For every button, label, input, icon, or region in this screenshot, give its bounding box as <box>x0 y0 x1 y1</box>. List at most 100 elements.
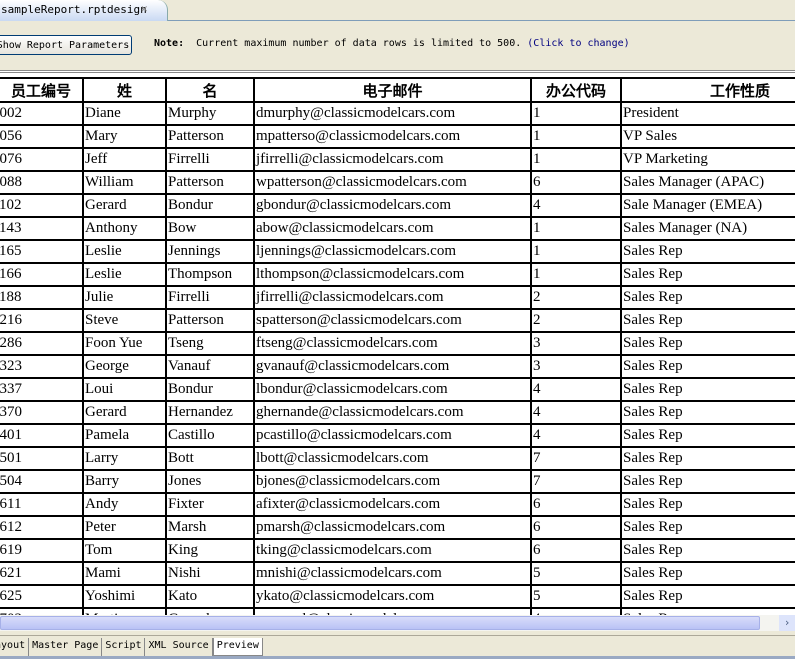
table-cell: 4 <box>530 423 622 448</box>
table-cell: Sales Rep <box>620 538 795 563</box>
table-cell: 1 <box>530 239 622 264</box>
table-row: 1143AnthonyBowabow@classicmodelcars.com1… <box>0 216 795 241</box>
table-cell: lbondur@classicmodelcars.com <box>253 377 532 402</box>
table-cell: tking@classicmodelcars.com <box>253 538 532 563</box>
tab-layout[interactable]: Layout <box>0 638 30 656</box>
tab-master-page[interactable]: Master Page <box>29 638 103 656</box>
table-row: 1076JeffFirrellijfirrelli@classicmodelca… <box>0 147 795 172</box>
table-cell: 1188 <box>0 285 84 310</box>
show-report-parameters-button[interactable]: Show Report Parameters <box>0 35 132 55</box>
table-cell: pmarsh@classicmodelcars.com <box>253 515 532 540</box>
table-cell: Steve <box>82 308 167 333</box>
table-cell: 1102 <box>0 193 84 218</box>
tab-script[interactable]: Script <box>102 638 146 656</box>
column-header: 工作性质 <box>620 77 795 103</box>
table-cell: 1401 <box>0 423 84 448</box>
table-cell: Sales Rep <box>620 446 795 471</box>
table-cell: 1166 <box>0 262 84 287</box>
table-cell: 1 <box>530 124 622 149</box>
table-cell: 1286 <box>0 331 84 356</box>
table-cell: George <box>82 354 167 379</box>
scrollbar-thumb[interactable] <box>0 616 760 630</box>
table-row: 1323GeorgeVanaufgvanauf@classicmodelcars… <box>0 354 795 379</box>
table-cell: Sales Rep <box>620 262 795 287</box>
table-cell: mgerard@classicmodelcars.com <box>253 607 532 615</box>
table-row: 1621MamiNishimnishi@classicmodelcars.com… <box>0 561 795 586</box>
table-row: 1188JulieFirrellijfirrelli@classicmodelc… <box>0 285 795 310</box>
table-cell: Bow <box>165 216 255 241</box>
note-label: Note: <box>154 38 185 49</box>
table-cell: Foon Yue <box>82 331 167 356</box>
table-cell: ykato@classicmodelcars.com <box>253 584 532 609</box>
table-header-row: 员工编号姓名电子邮件 办公代码 工作性质 <box>0 77 795 103</box>
table-cell: Nishi <box>165 561 255 586</box>
table-cell: 1 <box>530 101 622 126</box>
table-cell: 2 <box>530 308 622 333</box>
close-icon[interactable]: ✕ <box>141 2 148 15</box>
table-cell: Sales Rep <box>620 515 795 540</box>
table-cell: Sales Rep <box>620 492 795 517</box>
table-cell: Patterson <box>165 170 255 195</box>
table-cell: Sales Rep <box>620 285 795 310</box>
table-cell: Sales Rep <box>620 308 795 333</box>
editor-page-tabs: LayoutMaster PageScriptXML SourcePreview <box>0 635 795 659</box>
table-cell: Murphy <box>165 101 255 126</box>
table-cell: Tom <box>82 538 167 563</box>
table-cell: jfirrelli@classicmodelcars.com <box>253 147 532 172</box>
table-cell: 1216 <box>0 308 84 333</box>
table-cell: bjones@classicmodelcars.com <box>253 469 532 494</box>
table-cell: Gerard <box>82 400 167 425</box>
table-cell: afixter@classicmodelcars.com <box>253 492 532 517</box>
table-cell: Larry <box>82 446 167 471</box>
table-row: 1619TomKingtking@classicmodelcars.com6Sa… <box>0 538 795 563</box>
editor-tab[interactable]: sampleReport.rptdesign ✕ <box>0 0 168 21</box>
table-cell: wpatterson@classicmodelcars.com <box>253 170 532 195</box>
horizontal-scrollbar[interactable]: › <box>0 615 795 631</box>
change-limit-link[interactable]: (Click to change) <box>527 38 629 49</box>
table-cell: Marsh <box>165 515 255 540</box>
scroll-right-arrow-icon[interactable]: › <box>779 615 795 631</box>
table-cell: 1702 <box>0 607 84 615</box>
table-cell: 4 <box>530 607 622 615</box>
table-cell: Fixter <box>165 492 255 517</box>
table-cell: abow@classicmodelcars.com <box>253 216 532 241</box>
editor-tab-bar: sampleReport.rptdesign ✕ <box>0 0 795 21</box>
table-cell: Sales Rep <box>620 561 795 586</box>
table-cell: Thompson <box>165 262 255 287</box>
table-cell: 1076 <box>0 147 84 172</box>
table-cell: 1619 <box>0 538 84 563</box>
table-cell: Anthony <box>82 216 167 241</box>
table-cell: Jones <box>165 469 255 494</box>
table-cell: Gerard <box>82 193 167 218</box>
table-cell: Firrelli <box>165 147 255 172</box>
table-row: 1612PeterMarshpmarsh@classicmodelcars.co… <box>0 515 795 540</box>
table-cell: jfirrelli@classicmodelcars.com <box>253 285 532 310</box>
table-cell: spatterson@classicmodelcars.com <box>253 308 532 333</box>
table-cell: 1143 <box>0 216 84 241</box>
table-cell: 1611 <box>0 492 84 517</box>
tab-xml-source[interactable]: XML Source <box>145 638 213 656</box>
table-cell: 1504 <box>0 469 84 494</box>
table-cell: Bondur <box>165 193 255 218</box>
table-row: 1501LarryBottlbott@classicmodelcars.com7… <box>0 446 795 471</box>
table-row: 1166LeslieThompsonlthompson@classicmodel… <box>0 262 795 287</box>
table-row: 1056MaryPattersonmpatterso@classicmodelc… <box>0 124 795 149</box>
table-cell: Sales Rep <box>620 331 795 356</box>
table-cell: Sales Rep <box>620 607 795 615</box>
table-cell: Andy <box>82 492 167 517</box>
table-cell: 1501 <box>0 446 84 471</box>
table-cell: 7 <box>530 446 622 471</box>
table-cell: Barry <box>82 469 167 494</box>
table-cell: ftseng@classicmodelcars.com <box>253 331 532 356</box>
table-cell: 7 <box>530 469 622 494</box>
table-cell: mnishi@classicmodelcars.com <box>253 561 532 586</box>
employee-table: 员工编号姓名电子邮件办公代码工作性质 1002DianeMurphydmurph… <box>0 77 795 615</box>
table-cell: Sales Manager (NA) <box>620 216 795 241</box>
table-cell: 1323 <box>0 354 84 379</box>
table-cell: Sales Rep <box>620 400 795 425</box>
tab-preview[interactable]: Preview <box>212 638 263 656</box>
table-cell: mpatterso@classicmodelcars.com <box>253 124 532 149</box>
table-cell: Jennings <box>165 239 255 264</box>
table-cell: gvanauf@classicmodelcars.com <box>253 354 532 379</box>
table-row: 1002DianeMurphydmurphy@classicmodelcars.… <box>0 101 795 126</box>
